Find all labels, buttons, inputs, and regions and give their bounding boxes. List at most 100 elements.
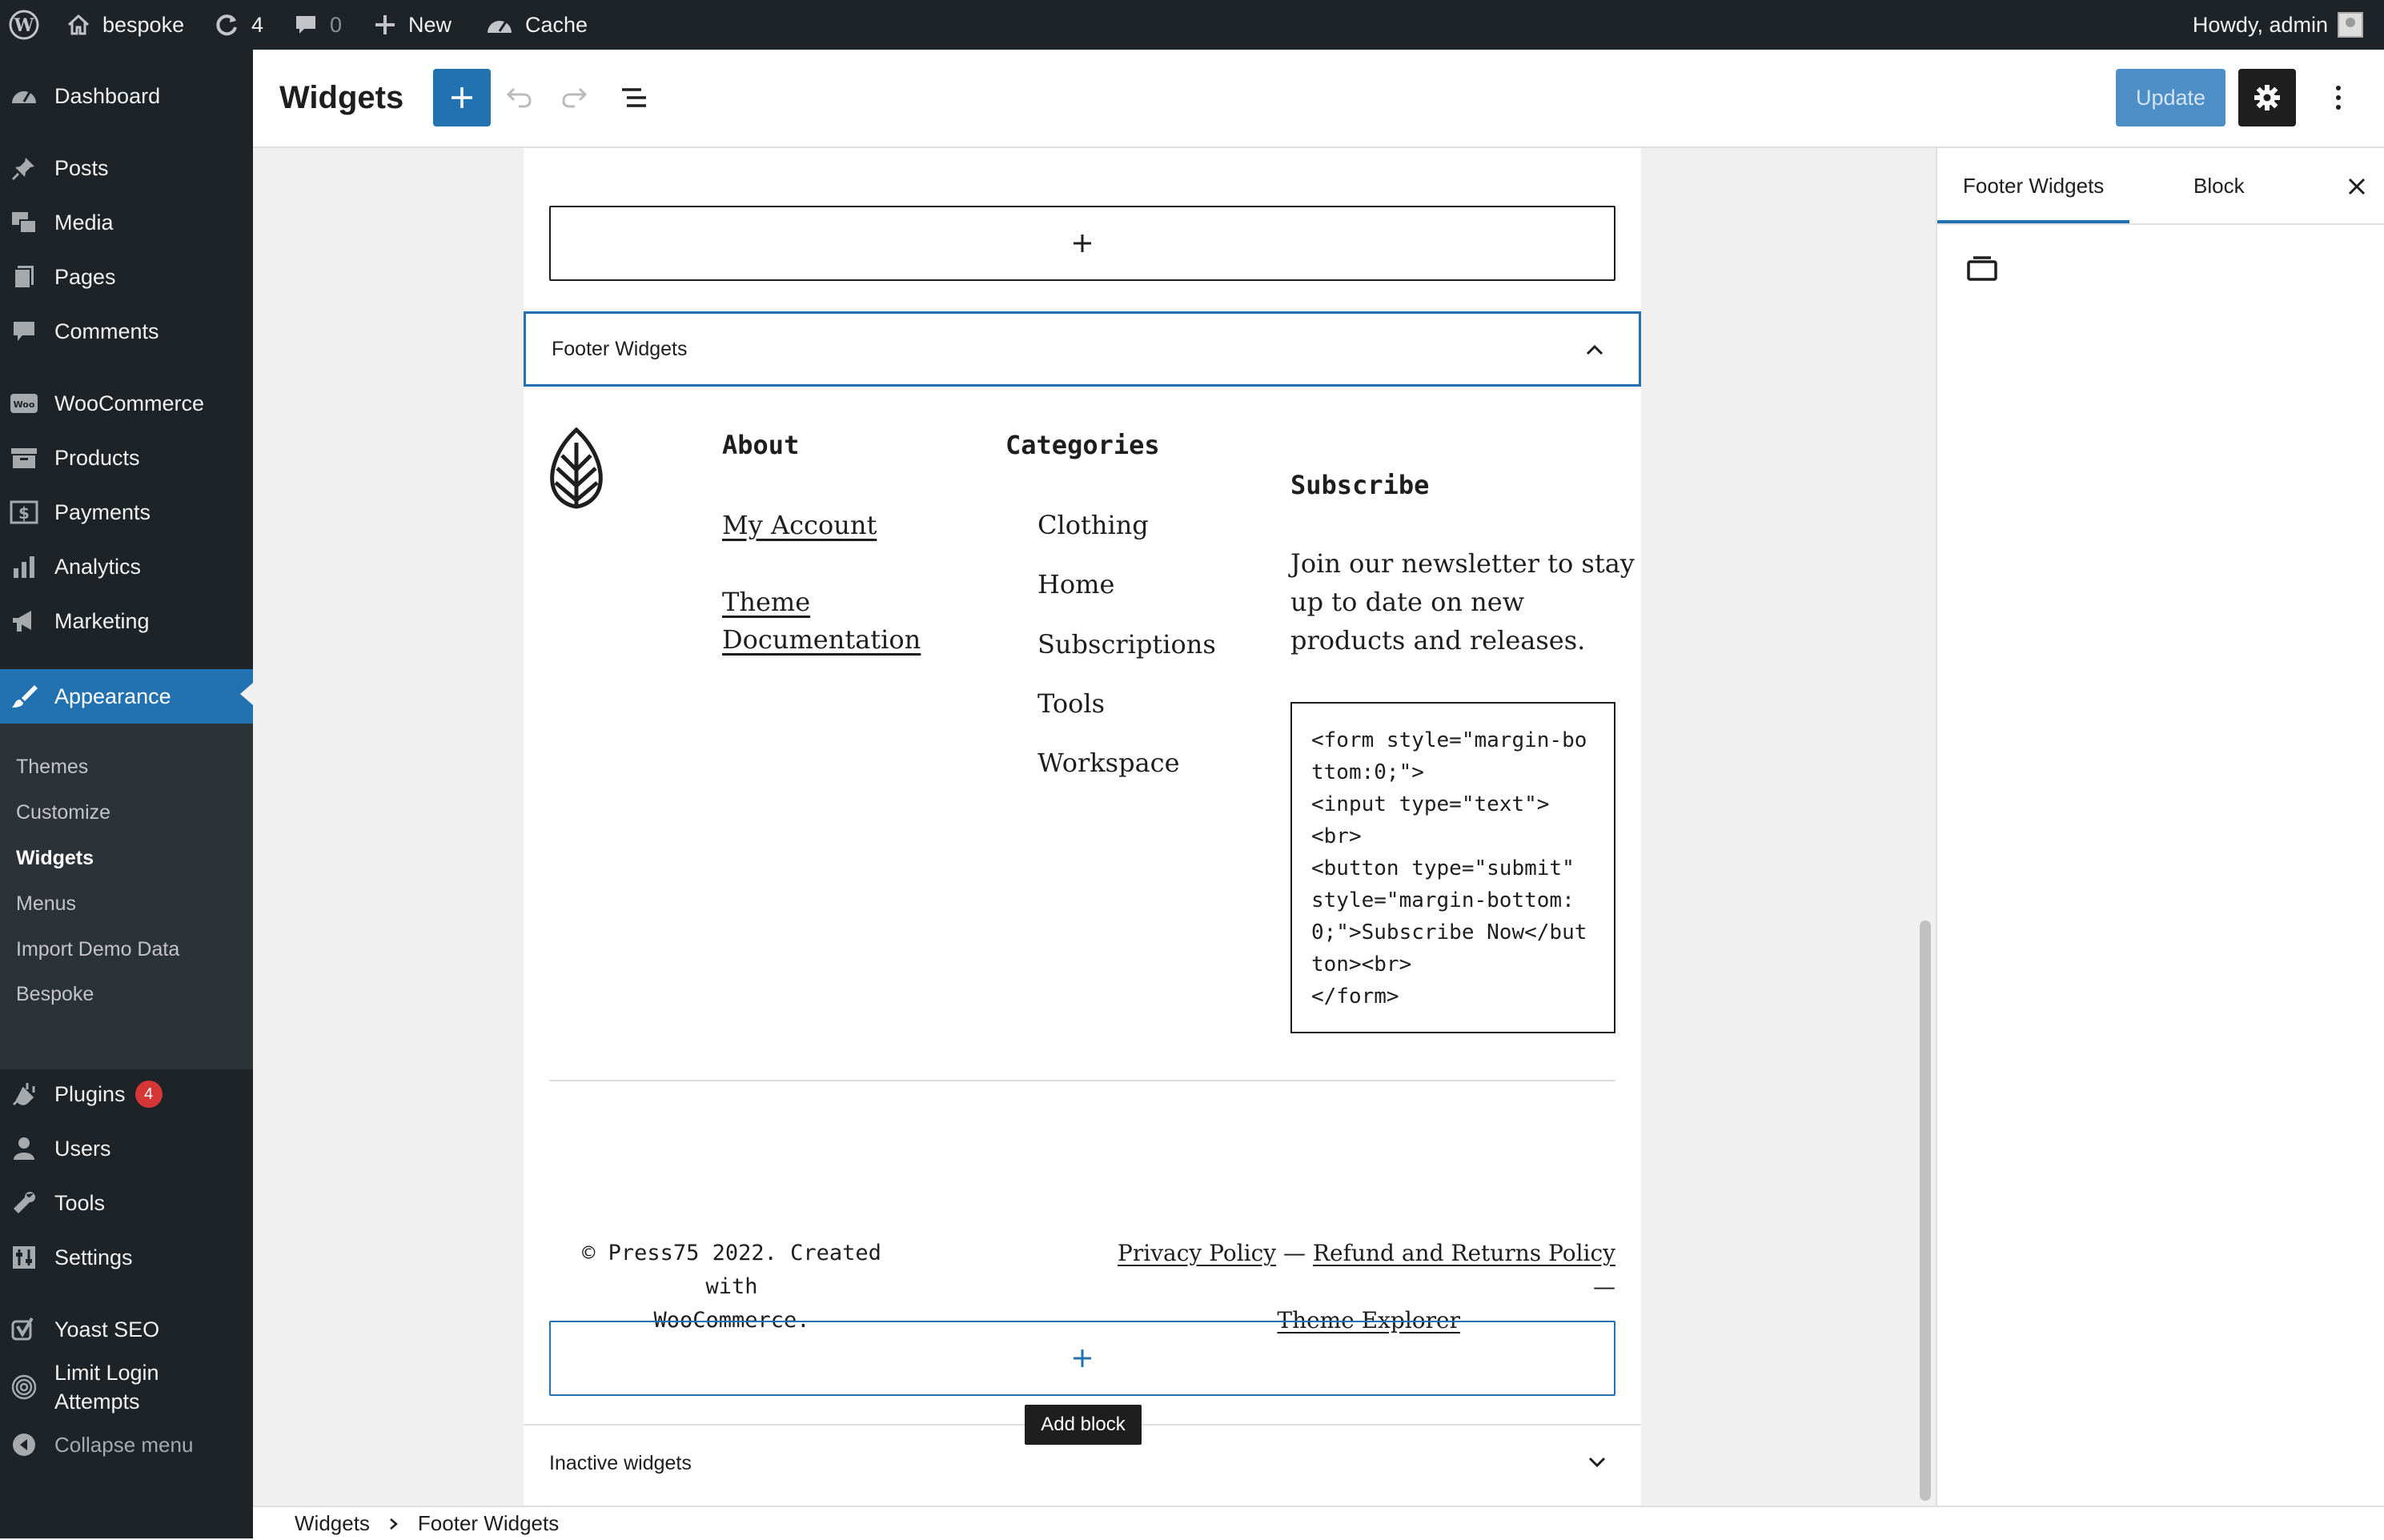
cache-link[interactable]: Cache	[485, 0, 588, 50]
submenu-themes[interactable]: Themes	[16, 751, 88, 783]
close-icon	[2348, 178, 2366, 195]
menu-limit-login-line1: Limit Login	[54, 1361, 159, 1385]
wrench-icon	[10, 1189, 38, 1217]
custom-html-block[interactable]: <form style="margin-bottom:0;"> <input t…	[1290, 702, 1615, 1033]
menu-yoast-seo-label: Yoast SEO	[54, 1317, 160, 1341]
canvas-scrollbar-thumb[interactable]	[1920, 920, 1931, 1501]
comment-icon	[296, 16, 315, 34]
category-clothing[interactable]: Clothing	[1037, 510, 1149, 540]
theme-documentation-link-line2[interactable]: Documentation	[722, 624, 921, 655]
paintbrush-icon	[10, 682, 38, 711]
menu-plugins[interactable]: Plugins 4	[0, 1069, 253, 1119]
wordpress-logo-icon[interactable]: W	[8, 0, 51, 50]
page-title: Widgets	[279, 80, 404, 115]
submenu-menus[interactable]: Menus	[16, 888, 76, 920]
chevron-up-icon[interactable]	[1584, 339, 1605, 360]
submenu-bespoke[interactable]: Bespoke	[16, 978, 94, 1010]
add-block-appender-top[interactable]	[549, 206, 1615, 281]
dollar-icon: $	[10, 498, 38, 527]
menu-plugins-label: Plugins	[54, 1081, 126, 1106]
menu-analytics[interactable]: Analytics	[0, 542, 253, 592]
archive-icon	[10, 443, 38, 472]
menu-comments-label: Comments	[54, 319, 159, 343]
my-account-link[interactable]: My Account	[722, 510, 877, 540]
megaphone-icon	[10, 607, 38, 636]
menu-limit-login-attempts[interactable]: Limit Login Attempts	[0, 1354, 253, 1420]
pages-icon	[10, 263, 38, 291]
breadcrumb-current[interactable]: Footer Widgets	[418, 1511, 559, 1536]
update-button[interactable]: Update	[2116, 69, 2225, 126]
plugin-icon	[10, 1080, 38, 1109]
subscribe-text-line3: products and releases.	[1290, 625, 1586, 656]
menu-woocommerce-label: WooCommerce	[54, 391, 205, 415]
pin-icon	[10, 154, 38, 182]
new-content-link[interactable]: New	[373, 0, 452, 50]
breadcrumb-root[interactable]: Widgets	[295, 1511, 370, 1536]
menu-woocommerce[interactable]: Woo WooCommerce	[0, 379, 253, 428]
site-logo	[548, 427, 605, 510]
more-vertical-icon	[2336, 86, 2341, 110]
undo-icon	[506, 87, 532, 108]
menu-comments[interactable]: Comments	[0, 307, 253, 356]
menu-limit-login-label: Limit Login Attempts	[54, 1358, 159, 1416]
close-sidebar-button[interactable]	[2341, 170, 2373, 203]
menu-dashboard[interactable]: Dashboard	[0, 71, 253, 121]
menu-appearance-label: Appearance	[54, 684, 171, 708]
settings-button[interactable]	[2238, 69, 2296, 126]
updates-link[interactable]: 4	[213, 0, 263, 50]
category-tools[interactable]: Tools	[1037, 688, 1105, 719]
appearance-submenu: Themes Customize Widgets Menus Import De…	[0, 724, 253, 1069]
menu-tools[interactable]: Tools	[0, 1178, 253, 1228]
comments-link[interactable]: 0	[293, 0, 342, 50]
refund-policy-link[interactable]: Refund and Returns Policy	[1313, 1240, 1615, 1266]
tab-widget-area[interactable]: Footer Widgets	[1937, 148, 2130, 223]
redo-icon	[562, 87, 588, 108]
collapse-menu-button[interactable]: Collapse menu	[0, 1420, 253, 1470]
admin-bar: W bespoke 4 0 New Cache Howdy, admin	[0, 0, 2384, 50]
site-name-link[interactable]: bespoke	[66, 0, 184, 50]
menu-settings[interactable]: Settings	[0, 1233, 253, 1282]
category-home[interactable]: Home	[1037, 569, 1114, 600]
menu-analytics-label: Analytics	[54, 554, 142, 579]
svg-text:Woo: Woo	[14, 399, 35, 410]
category-subscriptions[interactable]: Subscriptions	[1037, 629, 1216, 660]
submenu-widgets[interactable]: Widgets	[16, 842, 94, 874]
menu-pages[interactable]: Pages	[0, 252, 253, 302]
menu-marketing[interactable]: Marketing	[0, 596, 253, 646]
menu-appearance[interactable]: Appearance	[0, 669, 253, 724]
list-view-button[interactable]	[609, 72, 660, 123]
fingerprint-icon	[10, 1373, 38, 1402]
add-block-appender-bottom[interactable]	[549, 1321, 1615, 1396]
add-block-tooltip: Add block	[1025, 1405, 1142, 1445]
footer-widgets-panel-header[interactable]: Footer Widgets	[524, 311, 1641, 387]
submenu-customize[interactable]: Customize	[16, 796, 110, 828]
menu-products[interactable]: Products	[0, 433, 253, 483]
menu-posts[interactable]: Posts	[0, 143, 253, 193]
menu-payments[interactable]: $ Payments	[0, 487, 253, 537]
theme-documentation-link-line1[interactable]: Theme	[722, 587, 810, 617]
inactive-widgets-title: Inactive widgets	[549, 1451, 692, 1474]
chevron-down-icon[interactable]	[1587, 1451, 1607, 1472]
privacy-policy-link[interactable]: Privacy Policy	[1118, 1240, 1276, 1266]
category-workspace[interactable]: Workspace	[1037, 748, 1180, 778]
menu-payments-label: Payments	[54, 499, 151, 524]
redo-button[interactable]	[549, 72, 600, 123]
tab-widget-area-label: Footer Widgets	[1963, 173, 2105, 198]
plus-icon	[1074, 235, 1091, 252]
menu-media[interactable]: Media	[0, 198, 253, 247]
svg-text:$: $	[18, 503, 30, 523]
categories-heading: Categories	[1005, 430, 1160, 460]
settings-sliders-icon	[10, 1243, 38, 1272]
my-account-link[interactable]: Howdy, admin	[2193, 0, 2363, 50]
collapse-arrow-icon	[10, 1430, 38, 1459]
tab-block[interactable]: Block	[2168, 148, 2270, 223]
menu-users[interactable]: Users	[0, 1124, 253, 1173]
inspector-divider	[1937, 223, 2384, 225]
undo-button[interactable]	[493, 72, 544, 123]
submenu-import-demo-data[interactable]: Import Demo Data	[16, 933, 179, 965]
menu-posts-label: Posts	[54, 155, 109, 180]
more-options-button[interactable]	[2314, 72, 2362, 123]
block-inserter-button[interactable]	[433, 69, 491, 126]
menu-yoast-seo[interactable]: Yoast SEO	[0, 1305, 253, 1354]
footer-link-separator: —	[1593, 1273, 1615, 1300]
